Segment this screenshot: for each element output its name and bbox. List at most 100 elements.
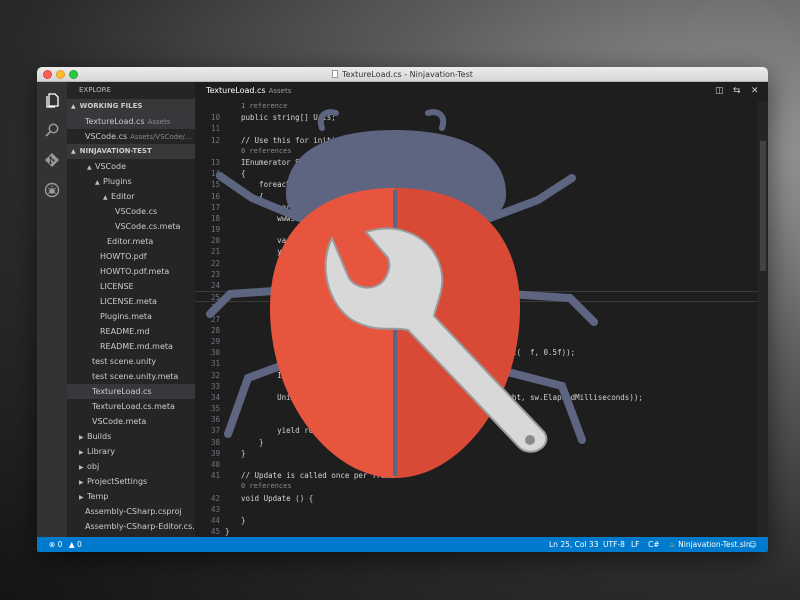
tree-item[interactable]: LICENSE.meta	[67, 294, 195, 309]
line-number: 12	[210, 135, 220, 145]
tree-item[interactable]: VSCode.meta	[67, 414, 195, 429]
line-number: 30	[210, 348, 220, 358]
close-icon[interactable]: ✕	[751, 86, 759, 96]
cursor-position[interactable]: Ln 25, Col 33	[549, 537, 598, 552]
line-ending[interactable]: LF	[631, 537, 640, 552]
title-bar: TextureLoad.cs - Ninjavation-Test	[37, 67, 768, 82]
code-line: 30 ght), new Vector2( f, 0.5f));	[195, 347, 768, 358]
tree-item[interactable]: ▶ Library	[67, 444, 195, 459]
line-text: IEnumerator Start()	[241, 157, 327, 167]
feedback-smiley-icon[interactable]: ☺	[749, 537, 757, 552]
working-file-item[interactable]: VSCode.cs Assets/VSCode/...	[67, 129, 195, 144]
tree-item[interactable]: VSCode.cs.meta	[67, 219, 195, 234]
tab-textureload[interactable]: TextureLoad.cs Assets	[206, 86, 291, 95]
code-lens[interactable]: 1 reference	[195, 101, 768, 112]
tree-item[interactable]: TextureLoad.cs	[67, 384, 195, 399]
code-line: 45}	[195, 526, 768, 537]
language-mode[interactable]: C#	[648, 537, 660, 552]
line-number: 31	[210, 359, 220, 369]
zoom-window-button[interactable]	[69, 70, 78, 79]
tree-item-label: Builds	[87, 432, 112, 441]
code-line: 19	[195, 224, 768, 235]
line-text: }	[241, 515, 246, 525]
line-text: void Update () {	[241, 493, 314, 503]
tree-item[interactable]: ▶ obj	[67, 459, 195, 474]
code-lens[interactable]: 0 references	[195, 481, 768, 492]
working-files-section[interactable]: ▲ WORKING FILES	[67, 99, 195, 114]
tree-item[interactable]: TextureLoad.cs.meta	[67, 399, 195, 414]
line-number: 14	[210, 169, 220, 179]
tree-item-label: Plugins	[103, 177, 132, 186]
minimize-window-button[interactable]	[56, 70, 65, 79]
code-line: 34 Uni h, texture.height, sw.ElapsedMill…	[195, 392, 768, 403]
error-icon: ⊗	[49, 540, 56, 549]
tree-item[interactable]: test scene.unity	[67, 354, 195, 369]
tree-item[interactable]: ▲ VSCode	[67, 159, 195, 174]
line-number: 24	[210, 281, 220, 290]
line-number: 33	[210, 381, 220, 391]
tree-item[interactable]: ▲ Editor	[67, 189, 195, 204]
close-window-button[interactable]	[43, 70, 52, 79]
line-number: 28	[210, 325, 220, 335]
line-number: 23	[210, 269, 220, 279]
line-number: 19	[210, 225, 220, 235]
code-line: 10 public string[] Urls;	[195, 112, 768, 123]
chevron-right-icon: ▶	[79, 464, 84, 471]
tree-item[interactable]: Assembly-CSharp.csproj	[67, 504, 195, 519]
code-line: 15 foreach (var ur	[195, 179, 768, 190]
tree-item[interactable]: ▶ Builds	[67, 429, 195, 444]
line-number: 11	[210, 124, 220, 134]
tree-item-label: test scene.unity.meta	[92, 372, 179, 381]
line-number: 22	[210, 258, 220, 268]
code-line: 40	[195, 459, 768, 470]
search-icon[interactable]	[44, 122, 60, 138]
tree-item[interactable]: LICENSE	[67, 279, 195, 294]
tree-item[interactable]: Plugins.meta	[67, 309, 195, 324]
project-section[interactable]: ▲ NINJAVATION-TEST	[67, 144, 195, 159]
tree-item[interactable]: Editor.meta	[67, 234, 195, 249]
chevron-right-icon: ▶	[79, 479, 84, 486]
tree-item-label: Editor.meta	[107, 237, 154, 246]
encoding[interactable]: UTF-8	[603, 537, 625, 552]
tree-item-label: obj	[87, 462, 100, 471]
line-number: 42	[210, 493, 220, 503]
code-editor[interactable]: 1 reference 10 public string[] Urls; 11 12 //…	[195, 101, 768, 537]
tree-item[interactable]: test scene.unity.meta	[67, 369, 195, 384]
line-number: 13	[210, 157, 220, 167]
files-icon[interactable]	[44, 92, 60, 108]
line-text: 0 references	[241, 146, 292, 155]
project-indicator[interactable]: ♨ Ninjavation-Test.sln	[669, 537, 751, 552]
line-number: 27	[210, 314, 220, 324]
tree-item[interactable]: HOWTO.pdf	[67, 249, 195, 264]
editor-area: TextureLoad.cs Assets ◫ ⇆ ✕ 1 reference 10…	[195, 82, 768, 537]
tree-item[interactable]: Assembly-CSharp-Editor.cs...	[67, 519, 195, 534]
code-lens[interactable]: 0 references	[195, 146, 768, 157]
tree-item[interactable]: README.md	[67, 324, 195, 339]
tree-item-label: VSCode	[95, 162, 127, 171]
tree-item[interactable]: ▶ Temp	[67, 489, 195, 504]
line-text: }	[225, 527, 230, 537]
problems-indicator[interactable]: ⊗ 0 ▲ 0	[49, 537, 82, 552]
tree-item-label: Library	[87, 447, 115, 456]
git-icon[interactable]	[44, 152, 60, 168]
tree-item-label: Assembly-CSharp-Editor.cs...	[85, 522, 195, 531]
code-line: 44}	[195, 515, 768, 526]
code-line: 29	[195, 336, 768, 347]
vscode-window: TextureLoad.cs - Ninjavation-Test EXPLOR…	[37, 67, 768, 552]
tree-item[interactable]: README.md.meta	[67, 339, 195, 354]
tree-item[interactable]: ▲ Plugins	[67, 174, 195, 189]
tree-item[interactable]: HOWTO.pdf.meta	[67, 264, 195, 279]
debug-icon[interactable]	[44, 182, 60, 198]
code-line: 43	[195, 504, 768, 515]
working-file-item[interactable]: TextureLoad.cs Assets	[67, 114, 195, 129]
tree-item-label: test scene.unity	[92, 357, 157, 366]
tree-item[interactable]: ▶ ProjectSettings	[67, 474, 195, 489]
editor-scrollbar[interactable]	[758, 101, 768, 537]
working-files-list: TextureLoad.cs Assets VSCode.cs Assets/VSCo…	[67, 114, 195, 144]
code-line: 27	[195, 314, 768, 325]
split-editor-icon[interactable]: ◫	[715, 86, 724, 96]
code-line: 17 var wwwsw =	[195, 202, 768, 213]
tree-item[interactable]: VSCode.cs	[67, 204, 195, 219]
scrollbar-thumb[interactable]	[760, 141, 766, 271]
open-changes-icon[interactable]: ⇆	[733, 86, 741, 96]
